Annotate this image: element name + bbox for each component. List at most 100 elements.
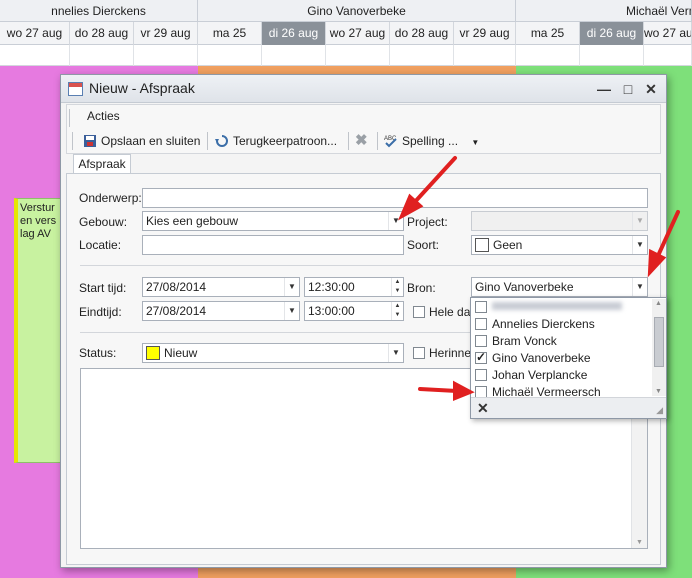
list-item[interactable]: ✓ Gino Vanoverbeke xyxy=(475,350,645,367)
dialog-title: Nieuw - Afspraak xyxy=(89,80,195,96)
kind-select[interactable]: Geen ▼ xyxy=(471,235,648,255)
list-item[interactable] xyxy=(475,299,645,316)
allday-strip xyxy=(0,45,692,66)
day-header[interactable]: ma 25 xyxy=(516,22,580,45)
recurrence-button[interactable]: Terugkeerpatroon... xyxy=(215,132,337,150)
close-button[interactable]: ✕ xyxy=(642,80,660,98)
save-close-button[interactable]: Opslaan en sluiten xyxy=(83,132,200,150)
time-spinner-icon[interactable]: ▲ ▼ xyxy=(391,302,403,320)
recurrence-icon xyxy=(215,135,228,147)
list-item-label: Annelies Dierckens xyxy=(492,317,595,331)
status-select[interactable]: Nieuw ▼ xyxy=(142,343,404,363)
list-item-label: Gino Vanoverbeke xyxy=(492,351,591,365)
list-item-checkbox[interactable] xyxy=(475,318,487,330)
building-select[interactable]: Kies een gebouw ▼ xyxy=(142,211,404,231)
chevron-down-icon[interactable]: ▼ xyxy=(632,278,647,296)
list-item[interactable]: Bram Vonck xyxy=(475,333,645,350)
list-item[interactable]: Michaël Vermeersch xyxy=(475,384,645,397)
appointment-block[interactable]: Versturen verslag AV xyxy=(14,198,61,463)
chevron-down-icon[interactable]: ▼ xyxy=(388,344,403,362)
resource-header-row: nnelies Dierckens Gino Vanoverbeke Micha… xyxy=(0,0,692,22)
chevron-down-icon[interactable]: ▼ xyxy=(388,212,403,230)
allday-cell[interactable] xyxy=(580,45,644,66)
tab-afspraak[interactable]: Afspraak xyxy=(73,154,131,174)
allday-checkbox[interactable] xyxy=(413,306,425,318)
start-time-input[interactable]: 12:30:00 ▲ ▼ xyxy=(304,277,404,297)
allday-cell[interactable] xyxy=(454,45,516,66)
list-item[interactable]: Annelies Dierckens xyxy=(475,316,645,333)
ribbon-separator xyxy=(69,109,70,127)
kind-label: Soort: xyxy=(407,238,440,252)
status-value: Nieuw xyxy=(164,346,198,360)
maximize-button[interactable]: □ xyxy=(619,80,637,98)
spelling-button[interactable]: ABC Spelling ... ▼ xyxy=(384,132,479,150)
list-item-checkbox[interactable] xyxy=(475,386,487,397)
ribbon-separator xyxy=(377,132,378,150)
start-date-select[interactable]: 27/08/2014 ▼ xyxy=(142,277,300,297)
allday-cell[interactable] xyxy=(262,45,326,66)
allday-cell[interactable] xyxy=(198,45,262,66)
allday-cell[interactable] xyxy=(0,45,70,66)
minimize-button[interactable]: — xyxy=(595,80,613,98)
ribbon-separator xyxy=(72,132,73,150)
resource-header-michael[interactable]: Michaël Verme xyxy=(516,0,692,22)
chevron-down-icon[interactable]: ▼ xyxy=(284,278,299,296)
scroll-down-icon[interactable]: ▼ xyxy=(655,388,662,395)
scroll-up-icon[interactable]: ▲ xyxy=(655,300,662,307)
day-header[interactable]: do 28 aug xyxy=(390,22,454,45)
resource-header-annelies[interactable]: nnelies Dierckens xyxy=(0,0,198,22)
day-header-row: wo 27 aug do 28 aug vr 29 aug ma 25 di 2… xyxy=(0,22,692,45)
dialog-titlebar[interactable]: Nieuw - Afspraak — □ ✕ xyxy=(61,75,666,103)
spelling-dropdown-icon[interactable]: ▼ xyxy=(471,138,479,147)
project-label: Project: xyxy=(407,215,448,229)
reminder-checkbox[interactable] xyxy=(413,347,425,359)
delete-button[interactable]: ✖ xyxy=(355,132,368,150)
list-item-checkbox[interactable] xyxy=(475,335,487,347)
allday-cell[interactable] xyxy=(516,45,580,66)
close-icon[interactable]: ✕ xyxy=(477,400,489,417)
location-input[interactable] xyxy=(142,235,404,255)
list-item-checkbox[interactable] xyxy=(475,369,487,381)
recurrence-label: Terugkeerpatroon... xyxy=(233,134,338,148)
end-time-input[interactable]: 13:00:00 ▲ ▼ xyxy=(304,301,404,321)
source-dropdown-list: Annelies Dierckens Bram Vonck ✓ Gino Vano… xyxy=(470,297,667,419)
divider xyxy=(80,265,652,266)
list-item-checkbox-checked[interactable]: ✓ xyxy=(475,350,487,364)
source-select[interactable]: Gino Vanoverbeke ▼ xyxy=(471,277,648,297)
subject-label: Onderwerp: xyxy=(79,191,142,205)
allday-cell[interactable] xyxy=(134,45,198,66)
allday-cell[interactable] xyxy=(326,45,390,66)
resize-grip-icon[interactable]: ◢ xyxy=(656,405,663,416)
resource-header-gino[interactable]: Gino Vanoverbeke xyxy=(198,0,516,22)
allday-cell[interactable] xyxy=(70,45,134,66)
list-item-checkbox[interactable] xyxy=(475,301,487,313)
subject-input[interactable] xyxy=(142,188,648,208)
scrollbar-thumb[interactable] xyxy=(654,317,664,367)
day-header[interactable]: vr 29 aug xyxy=(454,22,516,45)
scrollbar[interactable]: ▲ ▼ xyxy=(652,299,666,396)
day-header[interactable]: ma 25 xyxy=(198,22,262,45)
chevron-down-icon[interactable]: ▼ xyxy=(284,302,299,320)
list-item-label: Michaël Vermeersch xyxy=(492,385,601,397)
spelling-label: Spelling ... xyxy=(402,134,459,148)
list-item-blurred-label xyxy=(492,302,622,310)
start-time-value: 12:30:00 xyxy=(308,280,355,294)
time-spinner-icon[interactable]: ▲ ▼ xyxy=(391,278,403,296)
allday-cell[interactable] xyxy=(390,45,454,66)
day-header[interactable]: vr 29 aug xyxy=(134,22,198,45)
list-item[interactable]: Johan Verplancke xyxy=(475,367,645,384)
day-header-selected[interactable]: di 26 aug xyxy=(580,22,644,45)
day-header[interactable]: wo 27 aug xyxy=(644,22,692,45)
day-header[interactable]: wo 27 aug xyxy=(326,22,390,45)
day-header[interactable]: do 28 aug xyxy=(70,22,134,45)
allday-cell[interactable] xyxy=(644,45,692,66)
source-label: Bron: xyxy=(407,281,436,295)
end-date-select[interactable]: 27/08/2014 ▼ xyxy=(142,301,300,321)
scroll-down-icon[interactable]: ▼ xyxy=(636,539,643,546)
day-header[interactable]: wo 27 aug xyxy=(0,22,70,45)
chevron-down-icon: ▼ xyxy=(632,212,647,230)
calendar-icon xyxy=(68,82,83,96)
day-header-selected[interactable]: di 26 aug xyxy=(262,22,326,45)
save-icon xyxy=(84,135,96,147)
chevron-down-icon[interactable]: ▼ xyxy=(632,236,647,254)
